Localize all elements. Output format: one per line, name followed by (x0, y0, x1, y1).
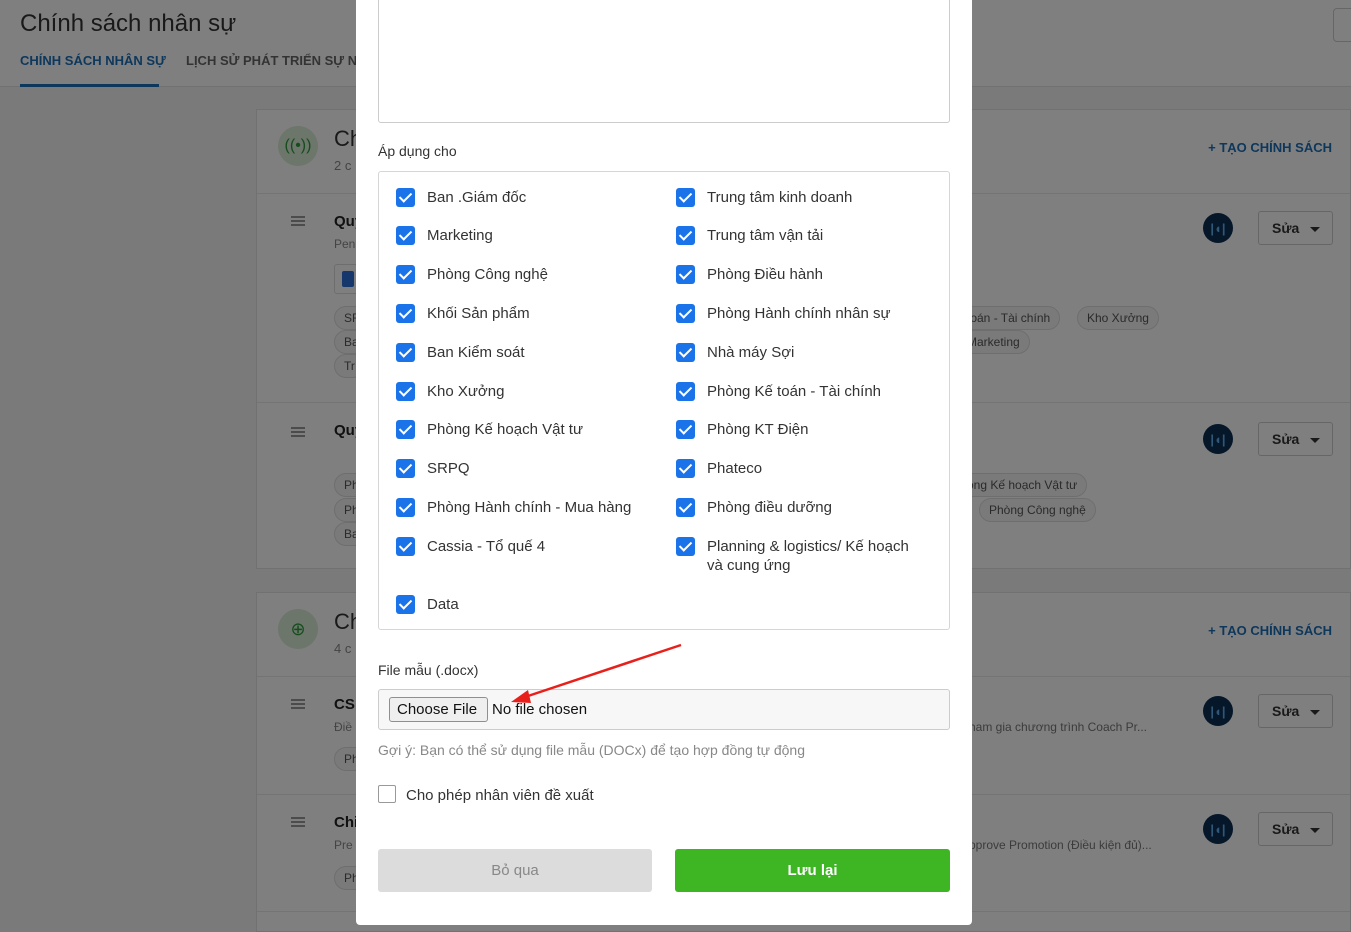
department-label: Cassia - Tổ quế 4 (427, 538, 546, 555)
department-label: Ban Kiểm soát (427, 344, 525, 361)
apply-to-label: Áp dụng cho (378, 143, 457, 159)
allow-proposal-checkbox[interactable] (378, 785, 396, 803)
checkmark-icon[interactable] (676, 537, 695, 556)
description-textarea[interactable] (378, 0, 950, 123)
checkmark-icon[interactable] (396, 265, 415, 284)
department-list: Ban .Giám đốc Marketing Phòng Công nghệ … (378, 171, 950, 630)
department-label: Phòng Hành chính nhân sự (707, 305, 891, 322)
department-checkbox-item[interactable]: Ban Kiểm soát (396, 343, 525, 362)
checkmark-icon[interactable] (396, 226, 415, 245)
checkmark-icon[interactable] (396, 595, 415, 614)
department-label: Ban .Giám đốc (427, 189, 527, 206)
department-label: Phòng điều dưỡng (707, 499, 832, 516)
department-checkbox-item[interactable]: Trung tâm vận tải (676, 226, 823, 245)
department-checkbox-item[interactable]: Phòng điều dưỡng (676, 498, 832, 517)
department-label: Khối Sản phẩm (427, 305, 530, 322)
department-checkbox-item[interactable]: Phòng KT Điện (676, 420, 808, 439)
department-checkbox-item[interactable]: Marketing (396, 226, 493, 245)
checkmark-icon[interactable] (676, 226, 695, 245)
checkmark-icon[interactable] (396, 304, 415, 323)
checkmark-icon[interactable] (396, 459, 415, 478)
checkmark-icon[interactable] (676, 188, 695, 207)
checkmark-icon[interactable] (396, 498, 415, 517)
department-label: Planning & logistics/ Kế hoạch và cung ứ… (707, 538, 909, 574)
department-label: SRPQ (427, 460, 470, 477)
checkmark-icon[interactable] (676, 459, 695, 478)
department-label: Phòng Kế hoạch Vật tư (427, 421, 583, 438)
department-checkbox-item[interactable]: Planning & logistics/ Kế hoạch và cung ứ… (676, 537, 926, 575)
department-checkbox-item[interactable]: Nhà máy Sợi (676, 343, 794, 362)
department-label: Marketing (427, 227, 493, 244)
checkmark-icon[interactable] (396, 382, 415, 401)
no-file-text: No file chosen (492, 701, 588, 718)
department-checkbox-item[interactable]: Cassia - Tổ quế 4 (396, 537, 545, 556)
department-checkbox-item[interactable]: Phòng Hành chính nhân sự (676, 304, 891, 323)
allow-proposal-label: Cho phép nhân viên đề xuất (406, 787, 594, 804)
department-label: Phateco (707, 460, 763, 477)
checkmark-icon[interactable] (396, 537, 415, 556)
choose-file-button[interactable]: Choose File (389, 697, 488, 722)
department-checkbox-item[interactable]: Phòng Kế toán - Tài chính (676, 382, 881, 401)
department-label: Trung tâm vận tải (707, 227, 824, 244)
department-label: Phòng KT Điện (707, 421, 809, 438)
department-checkbox-item[interactable]: SRPQ (396, 459, 470, 478)
file-input[interactable]: Choose File No file chosen (378, 689, 950, 730)
checkmark-icon[interactable] (396, 420, 415, 439)
checkmark-icon[interactable] (676, 265, 695, 284)
department-label: Trung tâm kinh doanh (707, 189, 853, 206)
department-label: Nhà máy Sợi (707, 344, 795, 361)
file-template-label: File mẫu (.docx) (378, 662, 479, 678)
department-checkbox-item[interactable]: Ban .Giám đốc (396, 188, 526, 207)
cancel-button[interactable]: Bỏ qua (378, 849, 652, 892)
checkmark-icon[interactable] (676, 343, 695, 362)
department-checkbox-item[interactable]: Phòng Kế hoạch Vật tư (396, 420, 583, 439)
department-checkbox-item[interactable]: Trung tâm kinh doanh (676, 188, 852, 207)
department-label: Phòng Điều hành (707, 266, 823, 283)
department-label: Phòng Kế toán - Tài chính (707, 383, 882, 400)
department-checkbox-item[interactable]: Data (396, 595, 459, 614)
department-checkbox-item[interactable]: Khối Sản phẩm (396, 304, 530, 323)
checkmark-icon[interactable] (676, 420, 695, 439)
checkmark-icon[interactable] (396, 343, 415, 362)
checkmark-icon[interactable] (676, 498, 695, 517)
file-hint: Gợi ý: Bạn có thể sử dụng file mẫu (DOCx… (378, 742, 805, 758)
policy-modal: Áp dụng cho Ban .Giám đốc Marketing Phòn… (356, 0, 972, 925)
save-button[interactable]: Lưu lại (675, 849, 950, 892)
department-label: Data (427, 596, 459, 613)
department-checkbox-item[interactable]: Kho Xưởng (396, 382, 504, 401)
department-checkbox-item[interactable]: Phòng Công nghệ (396, 265, 548, 284)
department-checkbox-item[interactable]: Phòng Điều hành (676, 265, 823, 284)
department-label: Phòng Công nghệ (427, 266, 548, 283)
department-label: Phòng Hành chính - Mua hàng (427, 499, 632, 516)
department-checkbox-item[interactable]: Phòng Hành chính - Mua hàng (396, 498, 631, 517)
department-checkbox-item[interactable]: Phateco (676, 459, 762, 478)
department-label: Kho Xưởng (427, 383, 505, 400)
checkmark-icon[interactable] (396, 188, 415, 207)
checkmark-icon[interactable] (676, 382, 695, 401)
checkmark-icon[interactable] (676, 304, 695, 323)
